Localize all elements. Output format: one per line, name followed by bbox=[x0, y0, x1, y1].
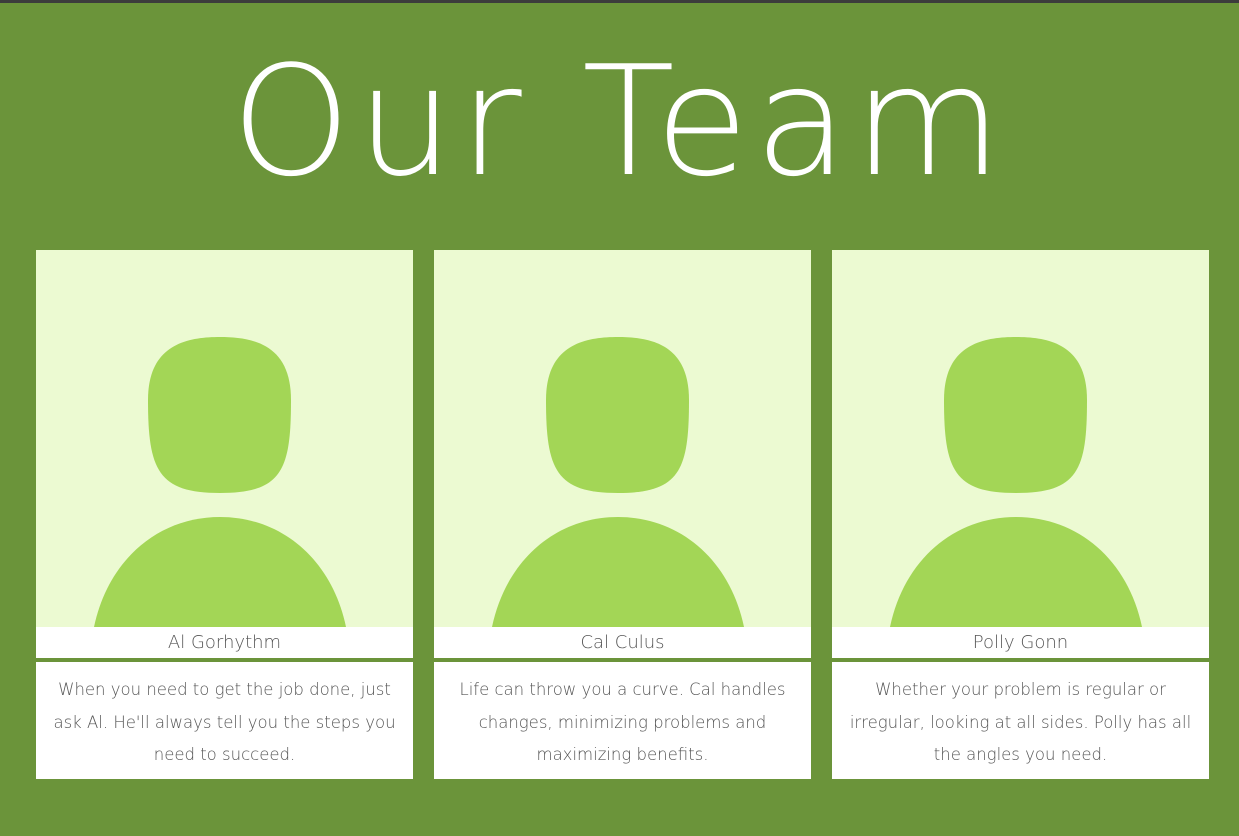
team-member-card-al-gorhythm: Al Gorhythm When you need to get the job… bbox=[36, 250, 413, 779]
team-member-photo bbox=[434, 250, 811, 627]
person-placeholder-icon bbox=[94, 337, 346, 627]
team-member-card-polly-gonn: Polly Gonn Whether your problem is regul… bbox=[832, 250, 1209, 779]
team-member-name: Cal Culus bbox=[434, 627, 811, 658]
team-member-description: Life can throw you a curve. Cal handles … bbox=[434, 662, 811, 779]
team-member-description: Whether your problem is regular or irreg… bbox=[832, 662, 1209, 779]
page-title: Our Team bbox=[231, 33, 1008, 210]
team-member-name: Polly Gonn bbox=[832, 627, 1209, 658]
person-placeholder-icon bbox=[492, 337, 744, 627]
team-member-name: Al Gorhythm bbox=[36, 627, 413, 658]
person-placeholder-icon bbox=[890, 337, 1142, 627]
team-member-description: When you need to get the job done, just … bbox=[36, 662, 413, 779]
team-member-card-cal-culus: Cal Culus Life can throw you a curve. Ca… bbox=[434, 250, 811, 779]
team-member-photo bbox=[832, 250, 1209, 627]
team-member-photo bbox=[36, 250, 413, 627]
window-top-border bbox=[0, 0, 1239, 3]
